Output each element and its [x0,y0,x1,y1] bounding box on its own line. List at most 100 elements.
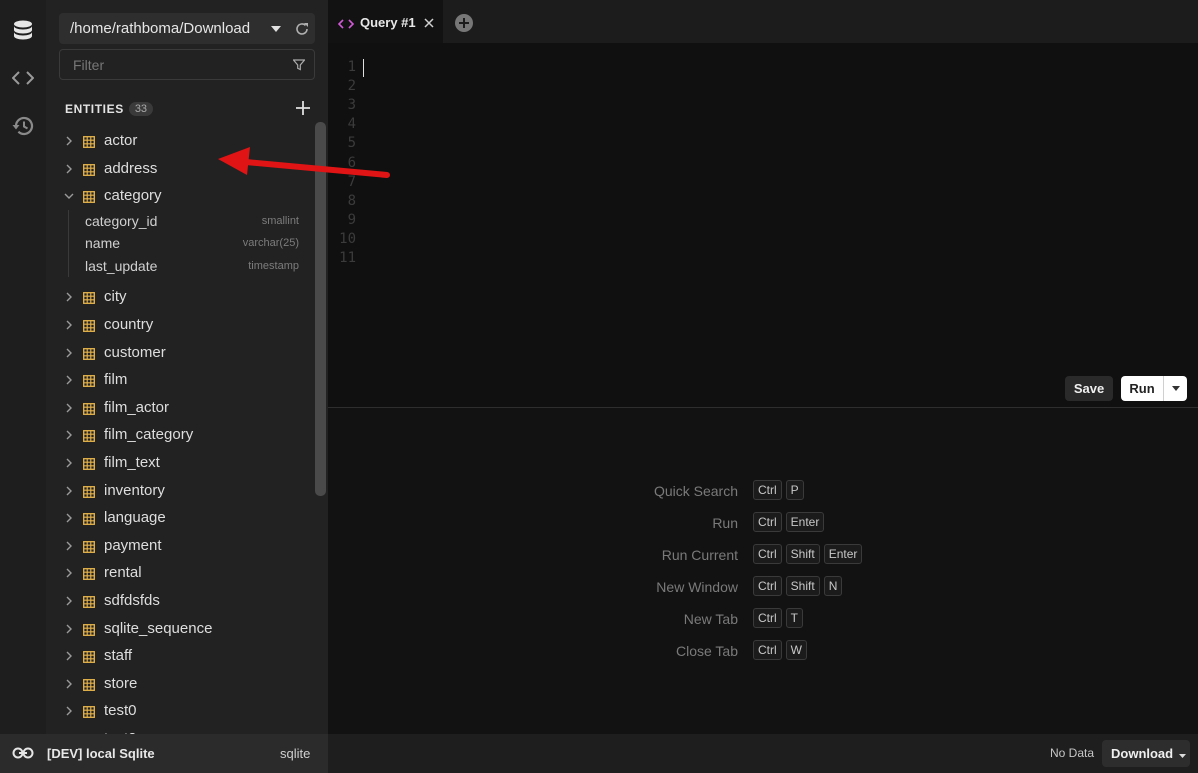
download-button[interactable]: Download [1102,740,1190,767]
refresh-icon[interactable] [288,13,316,44]
line-number: 10 [339,230,356,247]
shortcut-row: New Tab Ctrl T [328,608,1198,630]
table-grid-icon [83,457,95,475]
tree-item-actor[interactable]: actor [46,127,314,154]
column-type: timestamp [248,259,299,272]
chevron-right-icon[interactable] [63,566,75,578]
icon-rail [0,0,46,734]
chevron-down-icon[interactable] [63,189,75,201]
column-item[interactable]: name varchar(25) [69,232,315,254]
tree-item-sdfdsfds[interactable]: sdfdsfds [46,587,314,614]
tree-item-label: film_category [104,426,194,444]
tree-item-city[interactable]: city [46,283,314,310]
tree-item-label: country [104,315,154,333]
tree-item-staff[interactable]: staff [46,642,314,669]
tree-item-label: test0 [104,702,137,720]
shortcut-row: Quick Search Ctrl P [328,480,1198,502]
shortcut-keys: Ctrl Enter [753,512,825,532]
chevron-right-icon[interactable] [63,428,75,440]
line-number: 4 [347,116,356,133]
tree-item-test2[interactable]: test2 [46,725,314,734]
chevron-right-icon[interactable] [63,134,75,146]
tree-item-inventory[interactable]: inventory [46,477,314,504]
shortcut-keys: Ctrl P [753,480,804,500]
database-icon[interactable] [8,15,38,45]
history-icon[interactable] [8,111,38,141]
save-button[interactable]: Save [1065,376,1113,401]
tree-item-address[interactable]: address [46,155,314,182]
chevron-right-icon[interactable] [63,401,75,413]
run-button[interactable]: Run [1121,376,1164,401]
code-icon[interactable] [8,63,38,93]
key-cap: Ctrl [753,512,782,532]
tree-item-language[interactable]: language [46,504,314,531]
entities-label: ENTITIES [65,102,124,116]
filter-funnel-icon[interactable] [284,58,314,71]
connection-type: sqlite [280,746,311,761]
chevron-right-icon[interactable] [63,622,75,634]
chevron-right-icon[interactable] [63,511,75,523]
tree-item-payment[interactable]: payment [46,532,314,559]
table-grid-icon [83,678,95,696]
tree-item-sqlite-sequence[interactable]: sqlite_sequence [46,615,314,642]
tree-item-film-text[interactable]: film_text [46,449,314,476]
key-cap: Ctrl [753,608,782,628]
tree-item-label: inventory [104,481,165,499]
tree-item-rental[interactable]: rental [46,559,314,586]
tree-item-film[interactable]: film [46,366,314,393]
close-icon[interactable] [424,15,436,28]
tree-item-label: film [104,371,128,389]
chevron-right-icon[interactable] [63,456,75,468]
table-grid-icon [83,705,95,723]
chevron-right-icon[interactable] [63,290,75,302]
add-entity-icon[interactable] [294,99,312,117]
chevron-right-icon[interactable] [63,704,75,716]
query-editor[interactable]: 1 2 3 4 5 6 7 8 9 10 11 Save Run [328,43,1198,407]
table-grid-icon [83,319,95,337]
shortcut-label: Quick Search [653,483,738,499]
key-cap: Enter [785,512,825,532]
table-grid-icon [83,135,95,153]
chevron-right-icon[interactable] [63,649,75,661]
column-item[interactable]: last_update timestamp [69,255,315,277]
sidebar-scrollbar[interactable] [315,122,326,496]
link-icon[interactable] [12,744,34,767]
line-number: 8 [347,192,356,209]
tree-item-label: customer [104,343,166,361]
tree-item-test0[interactable]: test0 [46,697,314,724]
new-tab-plus-icon[interactable] [455,14,473,32]
tree-item-country[interactable]: country [46,311,314,338]
key-cap: Shift [785,544,820,564]
tab-label: Query #1 [360,15,416,30]
chevron-right-icon[interactable] [63,594,75,606]
result-status: No Data [1050,746,1095,760]
tree-item-category[interactable]: category [46,182,314,209]
table-grid-icon [83,650,95,668]
chevron-right-icon[interactable] [63,318,75,330]
column-name: name [85,235,121,252]
tree-item-customer[interactable]: customer [46,339,314,366]
caret-down-icon [265,25,287,32]
chevron-right-icon[interactable] [63,539,75,551]
connection-name[interactable]: [DEV] local Sqlite [47,746,155,761]
shortcut-label: Close Tab [675,643,738,659]
tree-item-film-actor[interactable]: film_actor [46,394,314,421]
database-path-select[interactable]: /home/rathboma/Download [59,13,315,44]
filter-input[interactable] [60,56,284,73]
shortcut-label: Run Current [661,547,738,563]
key-cap: Shift [785,576,820,596]
run-options-caret-icon[interactable] [1164,376,1187,401]
tree-item-store[interactable]: store [46,670,314,697]
line-number: 2 [347,78,356,95]
tree-item-film-category[interactable]: film_category [46,421,314,448]
tree-item-label: staff [104,647,133,665]
tab-query-1[interactable]: Query #1 [328,0,443,43]
connection-bar: [DEV] local Sqlite sqlite [0,734,328,773]
chevron-right-icon[interactable] [63,373,75,385]
chevron-right-icon[interactable] [63,346,75,358]
column-item[interactable]: category_id smallint [69,210,315,232]
chevron-right-icon[interactable] [63,162,75,174]
table-grid-icon [83,485,95,503]
chevron-right-icon[interactable] [63,677,75,689]
chevron-right-icon[interactable] [63,484,75,496]
